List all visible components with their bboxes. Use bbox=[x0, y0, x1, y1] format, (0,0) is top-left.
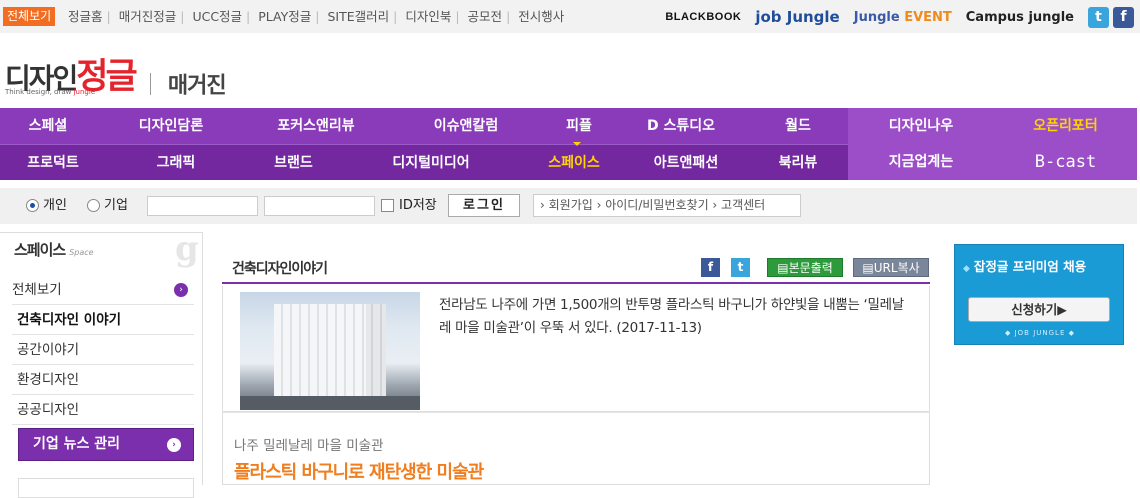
sidebar-title: 스페이스 Space bbox=[14, 241, 94, 259]
sidebar-item-environment[interactable]: 환경디자인 bbox=[12, 365, 194, 395]
arrow-circle-icon: › bbox=[167, 438, 181, 452]
top-link-magazine[interactable]: 매거진정글 bbox=[119, 9, 177, 24]
nav-digital-media[interactable]: 디지털미디어 bbox=[361, 145, 501, 181]
top-link-home[interactable]: 정글홈 bbox=[68, 9, 103, 24]
nav-active-indicator bbox=[573, 142, 581, 146]
facebook-icon[interactable]: f bbox=[1113, 6, 1134, 28]
sidebar-item-all[interactable]: 전체보기 › bbox=[12, 275, 194, 305]
campus-jungle-link[interactable]: Campus jungle bbox=[966, 10, 1074, 25]
top-link-ucc[interactable]: UCC정글 bbox=[192, 9, 242, 24]
arrow-circle-icon: › bbox=[174, 283, 188, 297]
nav-special[interactable]: 스페셜 bbox=[0, 108, 96, 144]
nav-focus-review[interactable]: 포커스앤리뷰 bbox=[246, 108, 386, 144]
copy-url-button[interactable]: ▤URL복사 bbox=[853, 258, 929, 277]
building-image bbox=[274, 304, 386, 400]
nav-product[interactable]: 프로덕트 bbox=[0, 145, 106, 181]
radio-personal[interactable] bbox=[26, 199, 39, 212]
link-icon: ▤ bbox=[862, 261, 874, 275]
content-header-area: 건축디자인이야기 f t ▤본문출력 ▤URL복사 bbox=[222, 244, 930, 284]
nav-industry-now[interactable]: 지금업계는 bbox=[848, 144, 994, 180]
top-links: 정글홈 | 매거진정글 | UCC정글 | PLAY정글 | SITE갤러리 | 디자인북… bbox=[68, 9, 565, 24]
nav-space[interactable]: 스페이스 bbox=[536, 145, 612, 181]
jungle-event-link[interactable]: Jungle EVENT bbox=[854, 10, 952, 25]
radio-personal-label: 개인 bbox=[43, 198, 67, 213]
account-links[interactable]: › 회원가입 › 아이디/비밀번호찾기 › 고객센터 bbox=[533, 194, 801, 217]
save-id-checkbox[interactable] bbox=[381, 199, 394, 212]
nav-people[interactable]: 피플 bbox=[546, 108, 612, 144]
nav-design-discourse[interactable]: 디자인담론 bbox=[106, 108, 236, 144]
print-button[interactable]: ▤본문출력 bbox=[767, 258, 843, 277]
nav-b-cast[interactable]: B-cast bbox=[994, 144, 1137, 180]
top-bar: 전체보기 정글홈 | 매거진정글 | UCC정글 | PLAY정글 | SITE갤러리 |… bbox=[0, 0, 1140, 33]
ad-footer: ◆ JOB JUNGLE ◆ bbox=[1005, 329, 1075, 337]
login-button[interactable]: 로그인 bbox=[448, 194, 520, 217]
jobjungle-link[interactable]: job Jungle bbox=[755, 8, 839, 26]
content-header: 건축디자인이야기 f t ▤본문출력 ▤URL복사 bbox=[222, 244, 930, 284]
nav-art-fashion[interactable]: 아트앤패션 bbox=[622, 145, 750, 181]
sidebar-box bbox=[18, 478, 194, 498]
article-item-2[interactable]: 나주 밀레날레 마을 미술관 플라스틱 바구니로 재탄생한 미술관 bbox=[222, 412, 930, 485]
facebook-share-icon[interactable]: f bbox=[701, 258, 720, 277]
article-thumbnail[interactable] bbox=[240, 292, 420, 410]
sparkle-icon: ◆ bbox=[963, 264, 970, 274]
nav-graphic[interactable]: 그래픽 bbox=[116, 145, 236, 181]
article-headline[interactable]: 플라스틱 바구니로 재탄생한 미술관 bbox=[234, 458, 484, 484]
section-title: 건축디자인이야기 bbox=[232, 261, 328, 277]
top-link-play[interactable]: PLAY정글 bbox=[258, 9, 311, 24]
main-navigation: 스페셜 디자인담론 포커스앤리뷰 이슈앤칼럼 피플 D 스튜디오 월드 프로덕트… bbox=[0, 108, 1137, 180]
login-bar: 개인 기업 ID저장 로그인 › 회원가입 › 아이디/비밀번호찾기 › 고객센… bbox=[0, 188, 1137, 224]
password-input[interactable] bbox=[264, 196, 375, 216]
top-link-contest[interactable]: 공모전 bbox=[468, 9, 503, 24]
twitter-icon[interactable]: t bbox=[1088, 6, 1109, 28]
company-news-button[interactable]: 기업 뉴스 관리 › bbox=[18, 428, 194, 461]
site-logo[interactable]: 디자인정글 매거진 Think design, draw jungle bbox=[5, 48, 227, 99]
sidebar-item-public[interactable]: 공공디자인 bbox=[12, 395, 194, 425]
nav-d-studio[interactable]: D 스튜디오 bbox=[622, 108, 740, 144]
ad-title: ◆ 잡정글 프리미엄 채용 bbox=[963, 259, 1087, 274]
sidebar-item-architecture[interactable]: 건축디자인 이야기 bbox=[12, 305, 194, 335]
blackbook-link[interactable]: BLACKBOOK bbox=[665, 11, 741, 23]
article-subtitle: 나주 밀레날레 마을 미술관 bbox=[234, 438, 384, 454]
nav-book-review[interactable]: 북리뷰 bbox=[750, 145, 846, 181]
premium-recruit-ad[interactable]: ◆ 잡정글 프리미엄 채용 신청하기▶ ◆ JOB JUNGLE ◆ bbox=[954, 244, 1124, 345]
sidebar: g 스페이스 Space 전체보기 › 건축디자인 이야기 공간이야기 환경디자인 … bbox=[0, 229, 203, 498]
logo-divider bbox=[149, 72, 151, 95]
nav-world[interactable]: 월드 bbox=[750, 108, 846, 144]
radio-company-label: 기업 bbox=[104, 198, 128, 213]
id-input[interactable] bbox=[147, 196, 258, 216]
sidebar-item-space-story[interactable]: 공간이야기 bbox=[12, 335, 194, 365]
apply-button[interactable]: 신청하기▶ bbox=[968, 297, 1110, 322]
road-image bbox=[240, 396, 420, 410]
nav-brand[interactable]: 브랜드 bbox=[236, 145, 351, 181]
sidebar-bg-letter: g bbox=[175, 229, 199, 269]
nav-design-now[interactable]: 디자인나우 bbox=[848, 108, 994, 144]
top-link-site-gallery[interactable]: SITE갤러리 bbox=[327, 9, 389, 24]
logo-magazine: 매거진 bbox=[167, 73, 227, 99]
view-all-link[interactable]: 전체보기 bbox=[3, 7, 56, 26]
nav-right-panel: 디자인나우 오픈리포터 지금업계는 B-cast bbox=[848, 108, 1137, 180]
article-summary[interactable]: 전라남도 나주에 가면 1,500개의 반투명 플라스틱 바구니가 하얀빛을 내… bbox=[439, 294, 915, 340]
nav-issue-column[interactable]: 이슈앤칼럼 bbox=[396, 108, 536, 144]
nav-open-reporter[interactable]: 오픈리포터 bbox=[994, 108, 1137, 144]
radio-company[interactable] bbox=[87, 199, 100, 212]
top-link-exhibition[interactable]: 전시행사 bbox=[518, 9, 564, 24]
twitter-share-icon[interactable]: t bbox=[731, 258, 750, 277]
brand-links: BLACKBOOK job Jungle Jungle EVENT Campus… bbox=[665, 5, 1134, 29]
logo-tagline: Think design, draw jungle bbox=[5, 88, 96, 96]
print-icon: ▤ bbox=[777, 261, 789, 275]
save-id-label: ID저장 bbox=[399, 198, 437, 213]
article-item[interactable]: 전라남도 나주에 가면 1,500개의 반투명 플라스틱 바구니가 하얀빛을 내… bbox=[222, 286, 930, 412]
top-link-design-book[interactable]: 디자인북 bbox=[405, 9, 451, 24]
